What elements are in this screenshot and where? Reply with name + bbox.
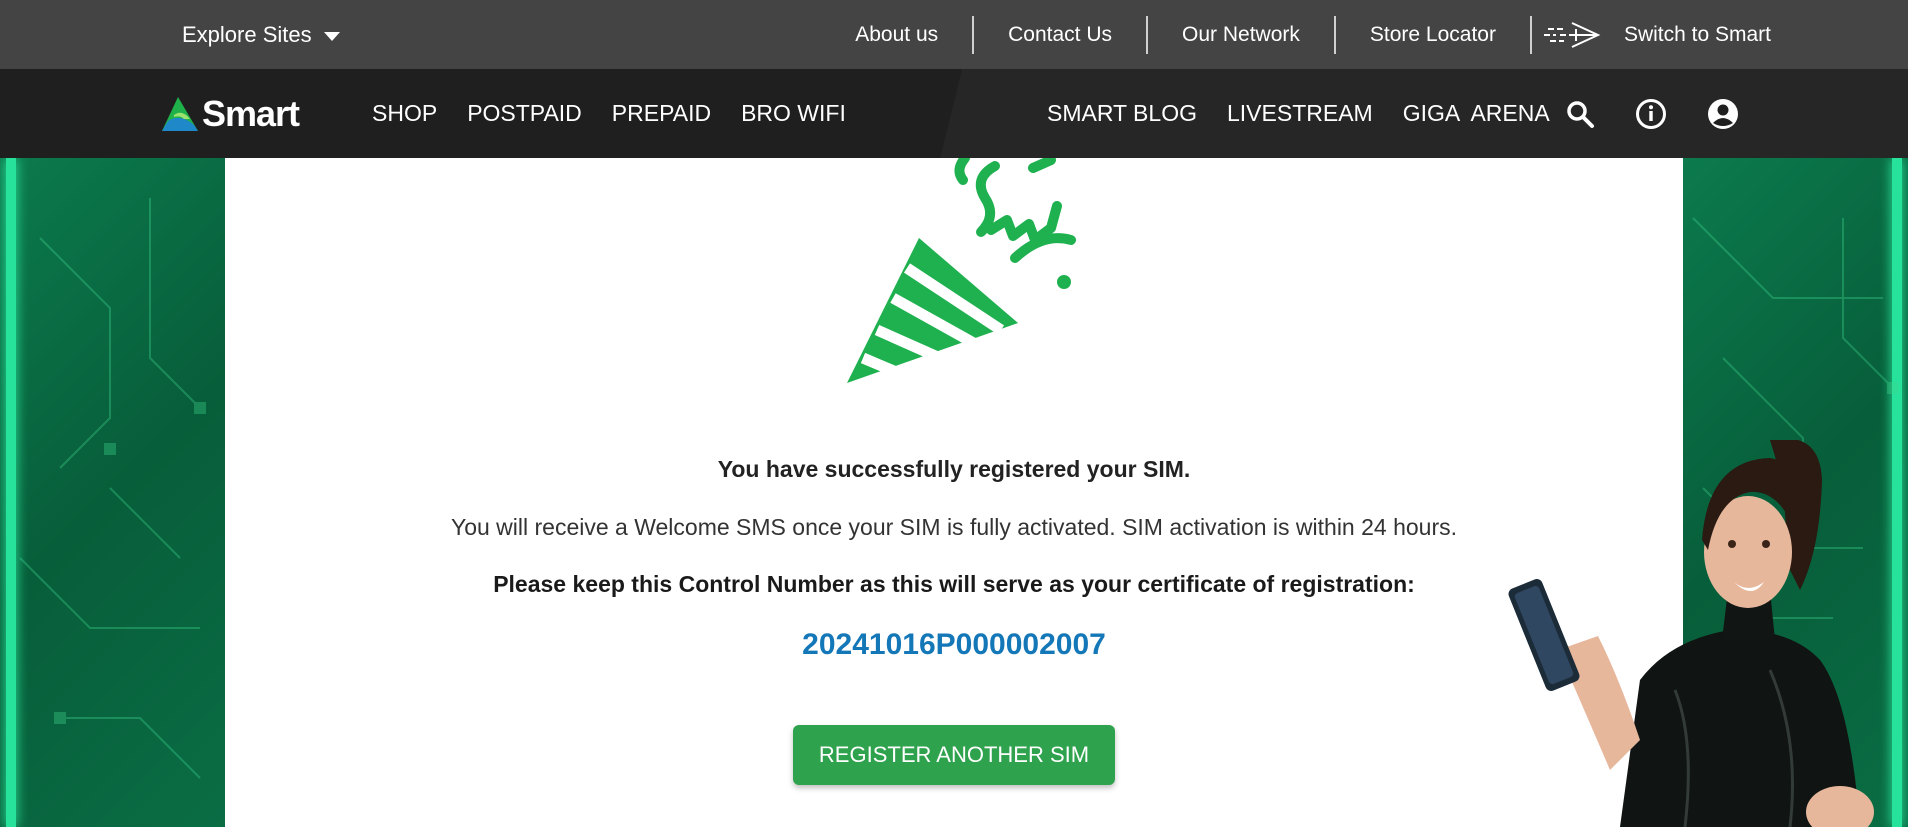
smart-logo-icon (162, 97, 198, 131)
secondary-nav: SMART BLOG LIVESTREAM GIGA ARENA (1047, 69, 1580, 158)
control-number-instruction: Please keep this Control Number as this … (493, 571, 1415, 597)
promo-model-illustration (1508, 440, 1874, 827)
success-title: You have successfully registered your SI… (717, 456, 1191, 482)
nav-postpaid[interactable]: POSTPAID (467, 100, 582, 127)
nav-giga-arena[interactable]: GIGA ARENA (1403, 100, 1550, 127)
nav-smart-blog[interactable]: SMART BLOG (1047, 100, 1197, 127)
our-network-link[interactable]: Our Network (1148, 23, 1334, 47)
utility-links: About us Contact Us Our Network Store Lo… (821, 0, 1771, 69)
account-icon[interactable] (1707, 98, 1739, 130)
registration-success-card: You have successfully registered your SI… (225, 158, 1683, 827)
about-us-link[interactable]: About us (821, 23, 972, 47)
store-locator-link[interactable]: Store Locator (1336, 23, 1530, 47)
party-popper-icon (847, 158, 1076, 386)
info-icon[interactable] (1635, 98, 1667, 130)
activation-message: You will receive a Welcome SMS once your… (450, 514, 1458, 540)
search-icon[interactable] (1565, 99, 1595, 129)
nav-shop[interactable]: SHOP (372, 100, 437, 127)
utility-bar: Explore Sites About us Contact Us Our Ne… (0, 0, 1908, 69)
primary-nav: SHOP POSTPAID PREPAID BRO WIFI (372, 69, 876, 158)
smart-logo[interactable]: Smart (160, 93, 300, 135)
nav-livestream[interactable]: LIVESTREAM (1227, 100, 1373, 127)
switch-to-smart-link[interactable]: Switch to Smart (1532, 18, 1771, 52)
explore-sites-dropdown[interactable]: Explore Sites (182, 0, 340, 69)
circuit-pattern-decoration (19, 198, 206, 779)
switch-to-smart-label: Switch to Smart (1623, 22, 1771, 46)
register-another-sim-button[interactable]: REGISTER ANOTHER SIM (793, 725, 1115, 785)
switch-arrow-icon (1543, 21, 1601, 48)
control-number: 20241016P000002007 (802, 628, 1106, 661)
explore-sites-label: Explore Sites (182, 21, 312, 47)
caret-down-icon (323, 31, 340, 41)
main-navbar: Smart SHOP POSTPAID PREPAID BRO WIFI SMA… (0, 69, 1908, 158)
nav-icon-group (1565, 69, 1779, 158)
left-decorative-panel (0, 158, 225, 827)
contact-us-link[interactable]: Contact Us (974, 23, 1146, 47)
smart-logo-text: Smart (202, 93, 300, 134)
nav-bro-wifi[interactable]: BRO WIFI (741, 100, 846, 127)
nav-prepaid[interactable]: PREPAID (612, 100, 711, 127)
